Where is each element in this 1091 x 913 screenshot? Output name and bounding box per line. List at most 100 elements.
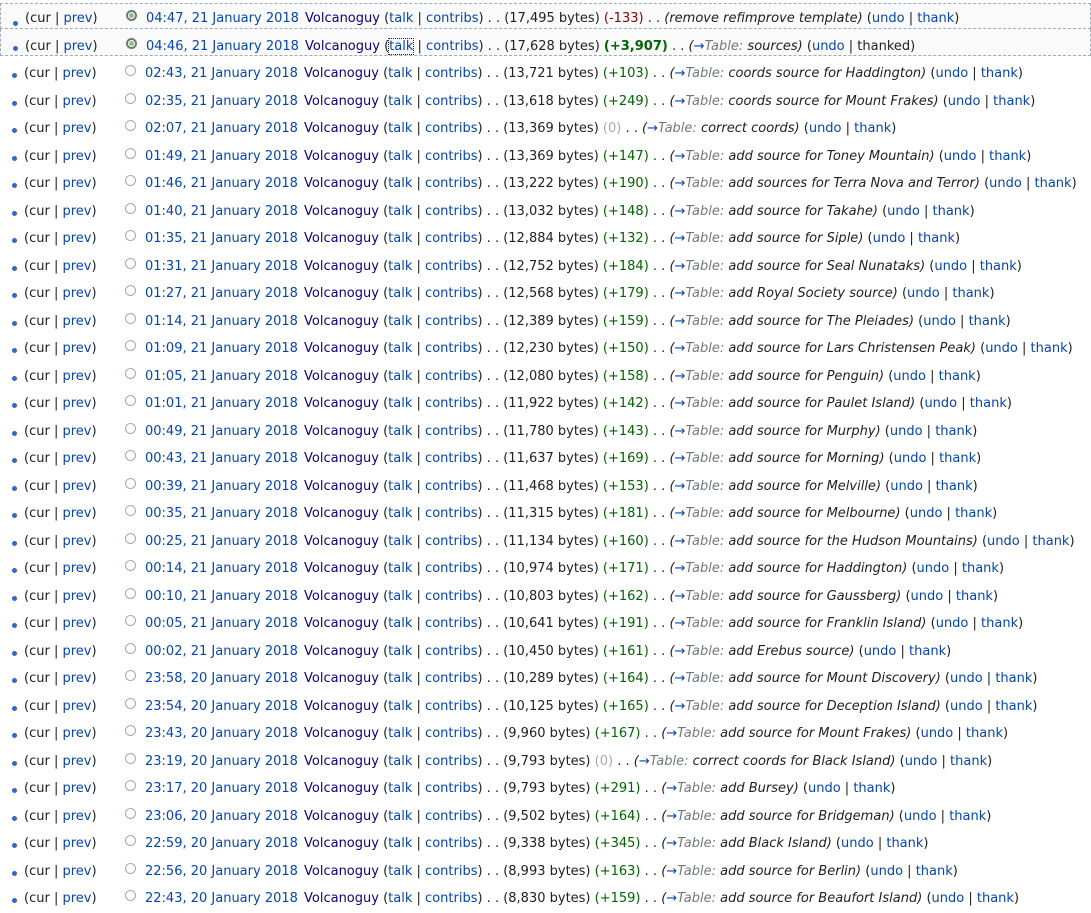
compare-radio-icon[interactable] (125, 780, 136, 791)
contribs-link[interactable]: contribs (425, 341, 477, 356)
user-link[interactable]: Volcanoguy (304, 616, 379, 631)
revision-date-link[interactable]: 01:40, 21 January 2018 (145, 202, 298, 221)
revision-date-link[interactable]: 00:35, 21 January 2018 (145, 504, 298, 523)
user-link[interactable]: Volcanoguy (304, 424, 379, 439)
user-link[interactable]: Volcanoguy (304, 341, 379, 356)
section-link[interactable]: →Table: (675, 66, 725, 81)
section-arrow-icon[interactable]: → (647, 121, 658, 136)
contribs-link[interactable]: contribs (425, 754, 477, 769)
section-arrow-icon[interactable]: → (675, 671, 686, 686)
revision-date-link[interactable]: 04:47, 21 January 2018 (146, 9, 299, 28)
prev-link[interactable]: prev (62, 589, 91, 604)
thank-link[interactable]: thank (955, 506, 992, 521)
revision-date-link[interactable]: 00:25, 21 January 2018 (145, 532, 298, 551)
user-link[interactable]: Volcanoguy (304, 754, 379, 769)
section-arrow-icon[interactable]: → (666, 836, 677, 851)
contribs-link[interactable]: contribs (425, 726, 477, 741)
prev-link[interactable]: prev (62, 726, 91, 741)
talk-link[interactable]: talk (388, 864, 412, 879)
undo-link[interactable]: undo (917, 561, 950, 576)
revision-date-link[interactable]: 02:43, 21 January 2018 (145, 64, 298, 83)
thank-link[interactable]: thank (977, 891, 1014, 906)
section-arrow-icon[interactable]: → (666, 809, 677, 824)
revision-date-link[interactable]: 01:31, 21 January 2018 (145, 257, 298, 276)
prev-link[interactable]: prev (63, 39, 92, 54)
contribs-link[interactable]: contribs (425, 589, 477, 604)
section-arrow-icon[interactable]: → (675, 506, 686, 521)
section-link[interactable]: →Table: (675, 671, 725, 686)
section-arrow-icon[interactable]: → (639, 754, 650, 769)
user-link[interactable]: Volcanoguy (304, 121, 379, 136)
thank-link[interactable]: thank (949, 809, 986, 824)
section-link[interactable]: →Table: (675, 231, 725, 246)
thank-link[interactable]: thank (966, 726, 1003, 741)
revision-date-link[interactable]: 02:07, 21 January 2018 (145, 119, 298, 138)
section-link[interactable]: →Table: (639, 754, 689, 769)
thank-link[interactable]: thank (853, 781, 890, 796)
compare-radio-icon[interactable] (126, 38, 137, 49)
talk-link[interactable]: talk (388, 204, 412, 219)
undo-link[interactable]: undo (935, 66, 968, 81)
section-arrow-icon[interactable]: → (666, 891, 677, 906)
prev-link[interactable]: prev (62, 66, 91, 81)
user-link[interactable]: Volcanoguy (304, 369, 379, 384)
revision-date-link[interactable]: 23:58, 20 January 2018 (145, 669, 298, 688)
user-link[interactable]: Volcanoguy (304, 204, 379, 219)
user-link[interactable]: Volcanoguy (304, 561, 379, 576)
contribs-link[interactable]: contribs (425, 781, 477, 796)
compare-radio-icon[interactable] (125, 230, 136, 241)
contribs-link[interactable]: contribs (425, 644, 477, 659)
talk-link[interactable]: talk (388, 176, 412, 191)
compare-radio-icon[interactable] (125, 202, 136, 214)
thank-link[interactable]: thank (969, 314, 1006, 329)
user-link[interactable]: Volcanoguy (305, 11, 380, 26)
user-link[interactable]: Volcanoguy (304, 534, 379, 549)
user-link[interactable]: Volcanoguy (304, 286, 379, 301)
user-link[interactable]: Volcanoguy (304, 94, 379, 109)
section-arrow-icon[interactable]: → (675, 616, 686, 631)
compare-radio-icon[interactable] (125, 670, 136, 681)
undo-link[interactable]: undo (987, 534, 1020, 549)
section-link[interactable]: →Table: (666, 809, 716, 824)
prev-link[interactable]: prev (62, 314, 91, 329)
talk-link[interactable]: talk (388, 506, 412, 521)
compare-radio-icon[interactable] (125, 285, 136, 296)
compare-radio-icon[interactable] (125, 752, 136, 764)
prev-link[interactable]: prev (62, 754, 91, 769)
section-arrow-icon[interactable]: → (675, 451, 686, 466)
prev-link[interactable]: prev (62, 121, 91, 136)
undo-link[interactable]: undo (934, 259, 967, 274)
compare-radio-icon[interactable] (125, 120, 136, 131)
prev-link[interactable]: prev (62, 809, 91, 824)
undo-link[interactable]: undo (989, 176, 1022, 191)
compare-radio-icon[interactable] (125, 697, 136, 709)
user-link[interactable]: Volcanoguy (304, 451, 379, 466)
contribs-link[interactable]: contribs (425, 891, 477, 906)
talk-link[interactable]: talk (388, 561, 412, 576)
compare-radio-icon[interactable] (125, 175, 136, 186)
undo-link[interactable]: undo (936, 616, 969, 631)
section-arrow-icon[interactable]: → (675, 314, 686, 329)
prev-link[interactable]: prev (62, 424, 91, 439)
revision-date-link[interactable]: 23:54, 20 January 2018 (145, 697, 298, 716)
compare-radio-icon[interactable] (125, 587, 136, 599)
undo-link[interactable]: undo (907, 286, 940, 301)
talk-link[interactable]: talk (388, 341, 412, 356)
revision-date-link[interactable]: 23:06, 20 January 2018 (145, 807, 298, 826)
talk-link[interactable]: talk (388, 231, 412, 246)
contribs-link[interactable]: contribs (426, 11, 478, 26)
revision-date-link[interactable]: 22:56, 20 January 2018 (145, 862, 298, 881)
section-arrow-icon[interactable]: → (675, 699, 686, 714)
thank-link[interactable]: thank (918, 231, 955, 246)
thank-link[interactable]: thank (981, 66, 1018, 81)
undo-link[interactable]: undo (808, 781, 841, 796)
revision-date-link[interactable]: 02:35, 21 January 2018 (145, 92, 298, 111)
user-link[interactable]: Volcanoguy (304, 671, 379, 686)
undo-link[interactable]: undo (950, 699, 983, 714)
revision-date-link[interactable]: 01:35, 21 January 2018 (145, 229, 298, 248)
compare-radio-icon[interactable] (125, 725, 136, 736)
contribs-link[interactable]: contribs (425, 451, 477, 466)
prev-link[interactable]: prev (62, 561, 91, 576)
thank-link[interactable]: thank (939, 369, 976, 384)
talk-link[interactable]: talk (388, 38, 415, 55)
